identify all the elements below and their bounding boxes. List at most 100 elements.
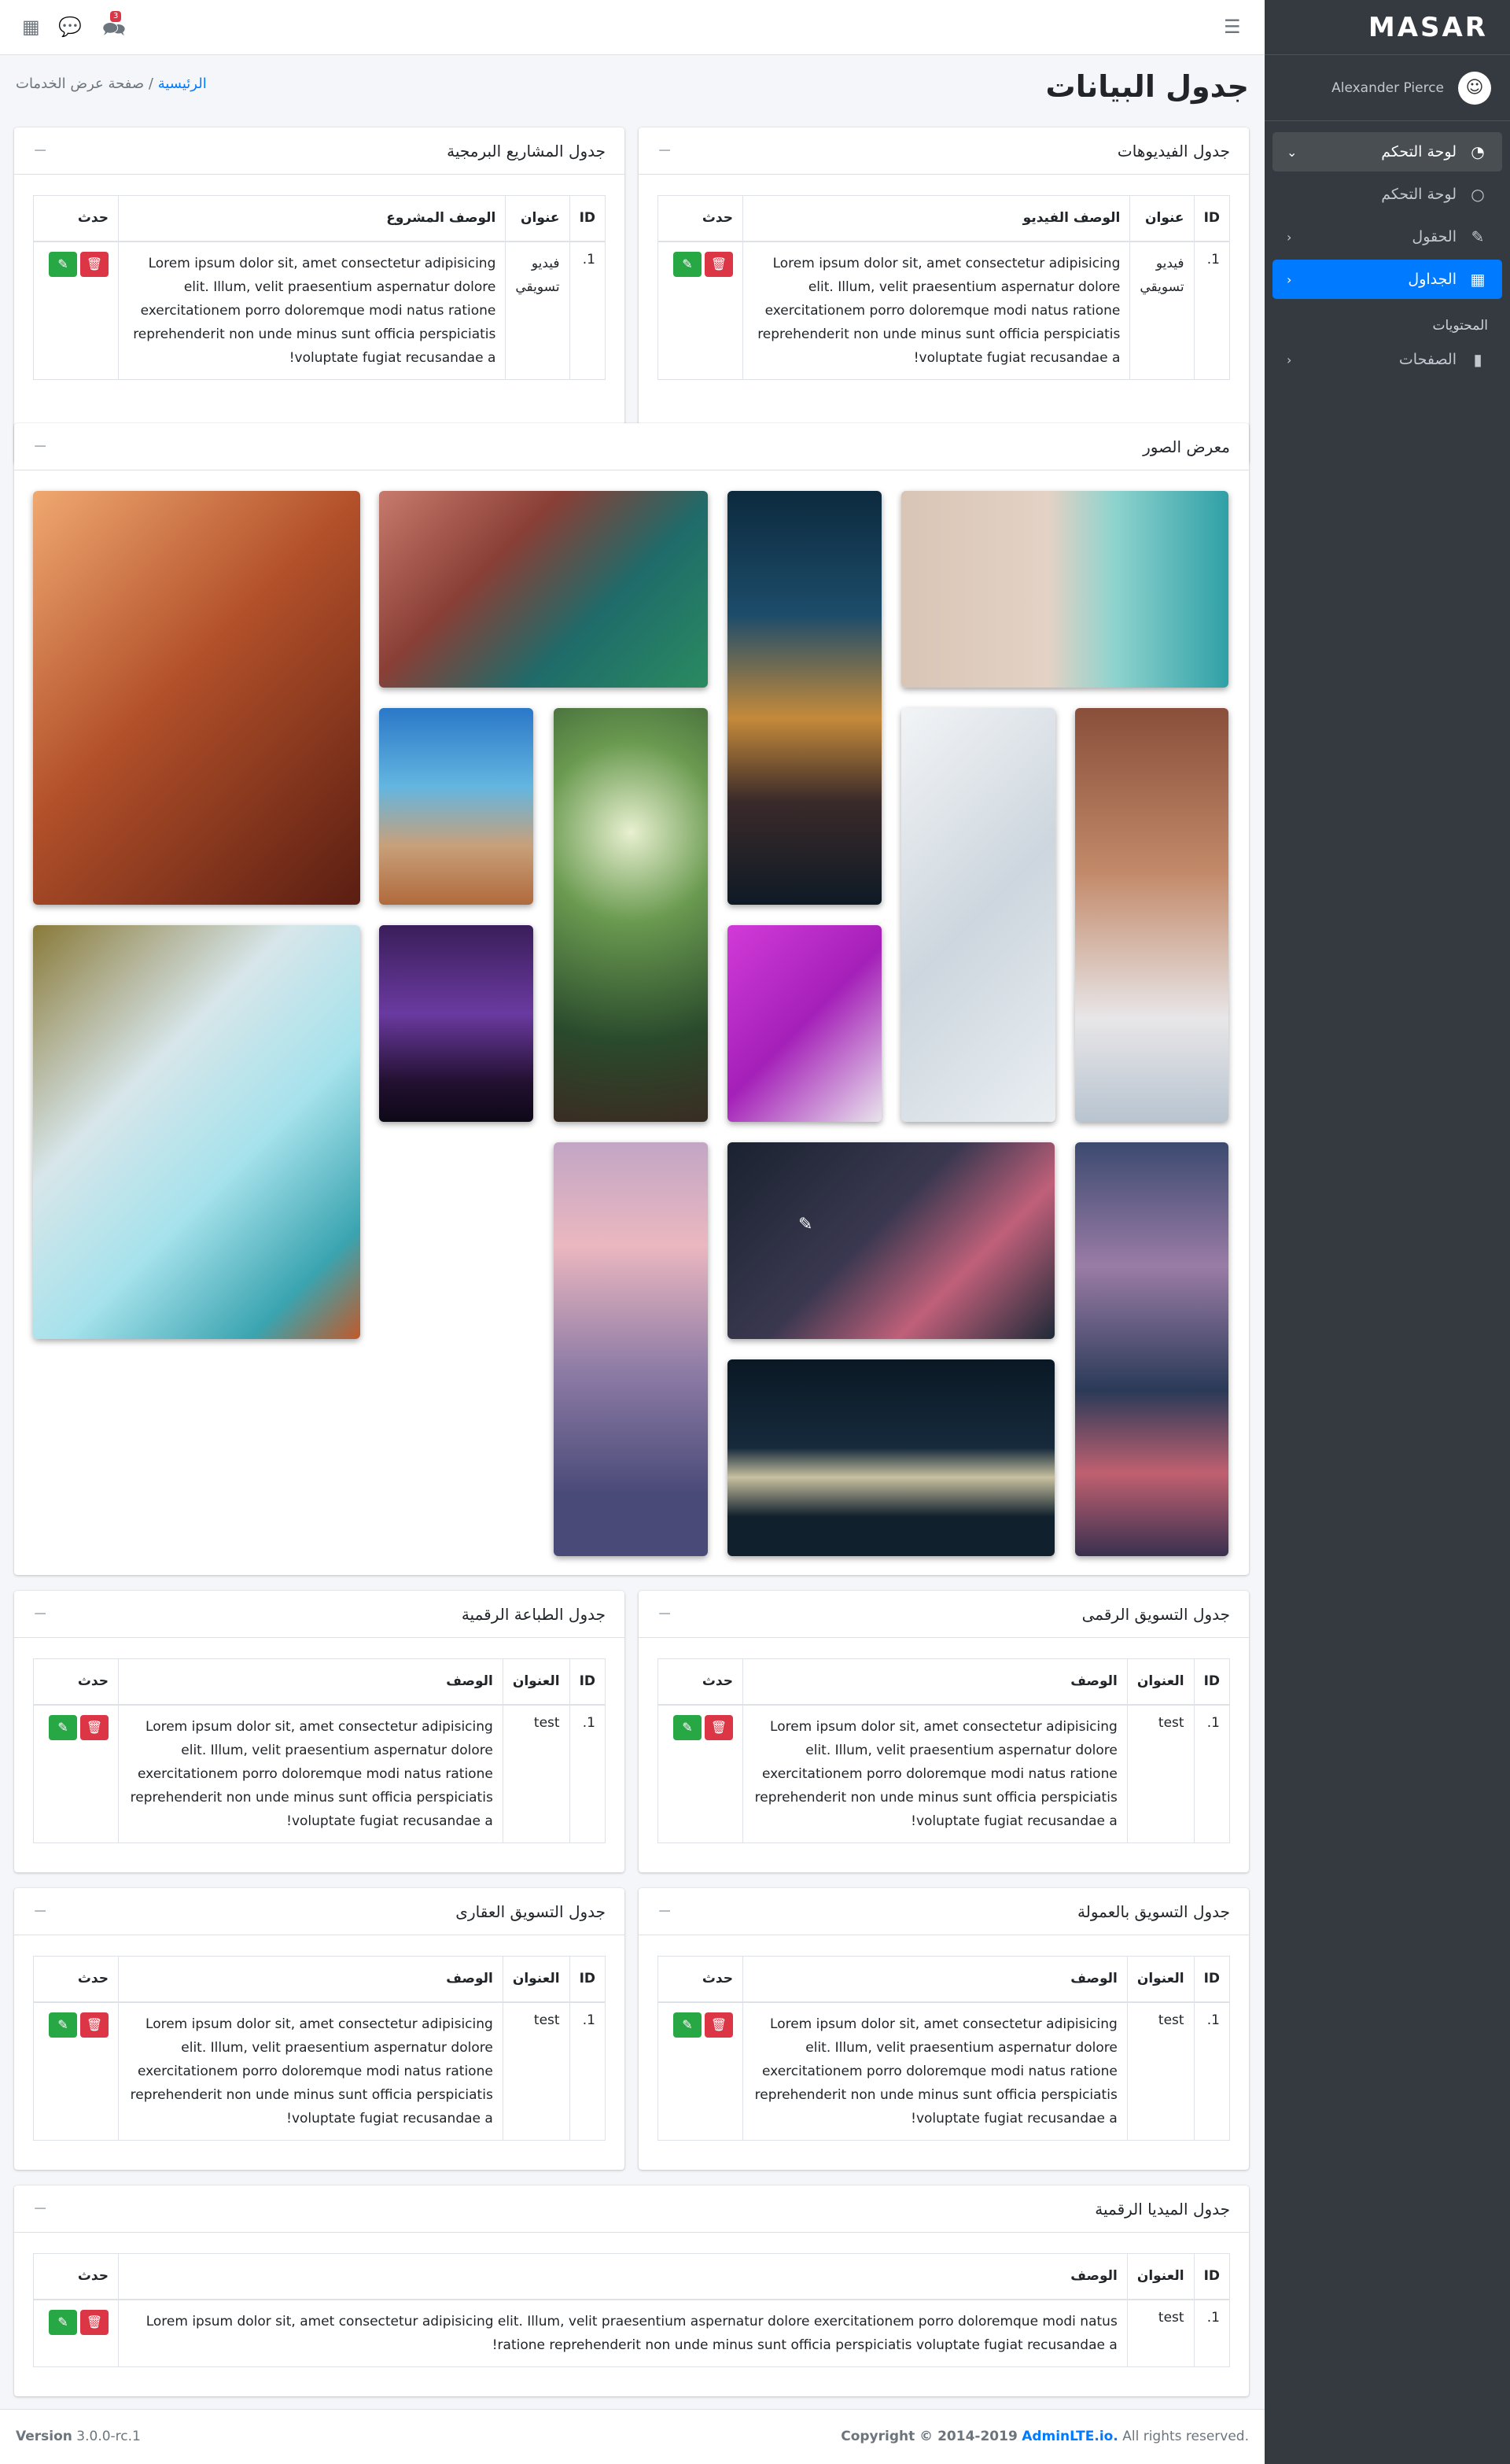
- sidebar-item-tables[interactable]: ▦ الجداول ‹: [1272, 260, 1502, 299]
- row-id: 1.: [1193, 1704, 1231, 1843]
- real-estate-marketing-card: جدول التسويق العقارى − ID العنوان الوصف …: [14, 1888, 624, 2170]
- gallery-image[interactable]: [379, 491, 708, 688]
- notification-badge: 3: [110, 11, 122, 22]
- card-title: جدول الفيديوهات: [1117, 141, 1230, 160]
- apps-grid-icon[interactable]: ▦: [22, 16, 40, 38]
- edit-icon: ✎: [1471, 227, 1485, 246]
- user-panel[interactable]: Alexander Pierce ☺: [1265, 55, 1510, 121]
- chevron-left-icon: ‹: [1287, 271, 1292, 287]
- gallery-image[interactable]: [554, 708, 708, 1122]
- row-title: test: [1126, 1704, 1195, 1843]
- chevron-down-icon: ⌄: [1287, 144, 1298, 160]
- gallery-image[interactable]: [1075, 1142, 1228, 1556]
- column-header: الوصف: [742, 1956, 1128, 2003]
- table-row: 1. test Lorem ipsum dolor sit, amet cons…: [33, 2299, 1231, 2367]
- breadcrumb-current: صفحة عرض الخدمات: [16, 76, 145, 92]
- digital-printing-card: جدول الطباعة الرقمية − ID العنوان الوصف …: [14, 1591, 624, 1872]
- user-name[interactable]: Alexander Pierce: [1331, 80, 1444, 96]
- sidebar-item-dashboard[interactable]: ◔ لوحة التحكم ⌄: [1272, 132, 1502, 172]
- digital-printing-table: ID العنوان الوصف حدث 1. test Lorem ipsum…: [33, 1658, 606, 1843]
- edit-button[interactable]: ✎: [49, 1714, 77, 1740]
- edit-button[interactable]: ✎: [673, 251, 702, 277]
- trash-icon: 🗑: [86, 2315, 103, 2329]
- edit-button[interactable]: ✎: [49, 251, 77, 277]
- edit-button[interactable]: ✎: [673, 1714, 702, 1740]
- collapse-icon[interactable]: −: [33, 437, 47, 456]
- sidebar-item-pages[interactable]: ▮ الصفحات ‹: [1272, 340, 1502, 379]
- notifications-icon[interactable]: 💬: [58, 16, 82, 38]
- gallery-image[interactable]: [554, 1142, 708, 1556]
- rights-text: All rights reserved.: [1122, 2429, 1249, 2444]
- gallery-image[interactable]: [33, 491, 360, 905]
- trash-icon: 🗑: [86, 2017, 103, 2032]
- column-header: ID: [569, 1658, 606, 1706]
- gallery-image[interactable]: [1075, 708, 1228, 1122]
- collapse-icon[interactable]: −: [657, 1604, 672, 1624]
- brand-logo: MASAR: [1368, 11, 1488, 43]
- pencil-icon: ✎: [682, 256, 693, 271]
- gallery-image[interactable]: [901, 708, 1055, 1122]
- edit-button[interactable]: ✎: [49, 2309, 77, 2335]
- pencil-icon: ✎: [57, 256, 68, 271]
- gallery-image[interactable]: [727, 1359, 1055, 1556]
- trash-icon: 🗑: [710, 2017, 727, 2032]
- version-number: 3.0.0-rc.1: [76, 2429, 141, 2444]
- table-row: 1. test Lorem ipsum dolor sit, amet cons…: [657, 1704, 1231, 1843]
- collapse-icon[interactable]: −: [657, 141, 672, 160]
- company-link[interactable]: AdminLTE.io.: [1022, 2429, 1118, 2444]
- row-id: 1.: [569, 241, 606, 380]
- delete-button[interactable]: 🗑: [80, 2309, 109, 2335]
- card-header: جدول التسويق الرقمى −: [639, 1591, 1249, 1638]
- sidebar-subitem-dashboard[interactable]: ○ لوحة التحكم: [1272, 175, 1502, 214]
- trash-icon: 🗑: [86, 256, 103, 271]
- collapse-icon[interactable]: −: [657, 1901, 672, 1921]
- delete-button[interactable]: 🗑: [80, 2012, 109, 2038]
- gallery-image[interactable]: ✎: [727, 1142, 1055, 1339]
- edit-button[interactable]: ✎: [49, 2012, 77, 2038]
- card-title: جدول المشاريع البرمجية: [447, 141, 606, 160]
- delete-button[interactable]: 🗑: [705, 1714, 733, 1740]
- row-actions: ✎ 🗑: [33, 2299, 119, 2367]
- gallery-image[interactable]: [379, 708, 533, 905]
- gallery-image[interactable]: [727, 925, 882, 1122]
- column-header: حدث: [657, 1956, 743, 2003]
- table-row: 1. test Lorem ipsum dolor sit, amet cons…: [33, 2001, 606, 2141]
- affiliate-marketing-table: ID العنوان الوصف حدث 1. test Lorem ipsum…: [657, 1956, 1231, 2141]
- sidebar-item-fields[interactable]: ✎ الحقول ‹: [1272, 217, 1502, 256]
- pencil-icon: ✎: [682, 1720, 693, 1735]
- delete-button[interactable]: 🗑: [80, 251, 109, 277]
- row-description: Lorem ipsum dolor sit, amet consectetur …: [742, 2001, 1128, 2141]
- collapse-icon[interactable]: −: [33, 141, 47, 160]
- pencil-icon: ✎: [798, 1215, 813, 1234]
- menu-toggle-icon[interactable]: ☰: [1224, 16, 1241, 38]
- brand-link[interactable]: MASAR: [1265, 0, 1510, 55]
- collapse-icon[interactable]: −: [33, 1901, 47, 1921]
- videos-table: ID عنوان الوصف الفيديو حدث 1. فيديو تسوي…: [657, 195, 1231, 380]
- messages-icon[interactable]: 3 🗪: [102, 11, 126, 48]
- row-title: فيديو تسويقي: [505, 241, 570, 380]
- gallery-image[interactable]: [379, 925, 533, 1122]
- gallery-image[interactable]: [901, 491, 1228, 688]
- delete-button[interactable]: 🗑: [705, 251, 733, 277]
- breadcrumb-home-link[interactable]: الرئيسية: [158, 76, 207, 92]
- row-actions: ✎ 🗑: [33, 241, 119, 380]
- collapse-icon[interactable]: −: [33, 2199, 47, 2219]
- pencil-icon: ✎: [57, 2315, 68, 2329]
- gallery-image[interactable]: [33, 925, 360, 1339]
- column-header: ID: [1193, 195, 1231, 242]
- column-header: العنوان: [502, 1956, 570, 2003]
- edit-button[interactable]: ✎: [673, 2012, 702, 2038]
- gallery-image[interactable]: [727, 491, 882, 905]
- delete-button[interactable]: 🗑: [80, 1714, 109, 1740]
- collapse-icon[interactable]: −: [33, 1604, 47, 1624]
- column-header: العنوان: [502, 1658, 570, 1706]
- delete-button[interactable]: 🗑: [705, 2012, 733, 2038]
- version-label: Version: [16, 2429, 72, 2444]
- column-header: ID: [1193, 1658, 1231, 1706]
- sidebar-item-label: لوحة التحكم: [1381, 143, 1457, 160]
- column-header: حدث: [33, 195, 119, 242]
- row-actions: ✎ 🗑: [657, 1704, 743, 1843]
- column-header: ID: [1193, 1956, 1231, 2003]
- row-actions: ✎ 🗑: [33, 1704, 119, 1843]
- sidebar-item-label: لوحة التحكم: [1381, 186, 1457, 203]
